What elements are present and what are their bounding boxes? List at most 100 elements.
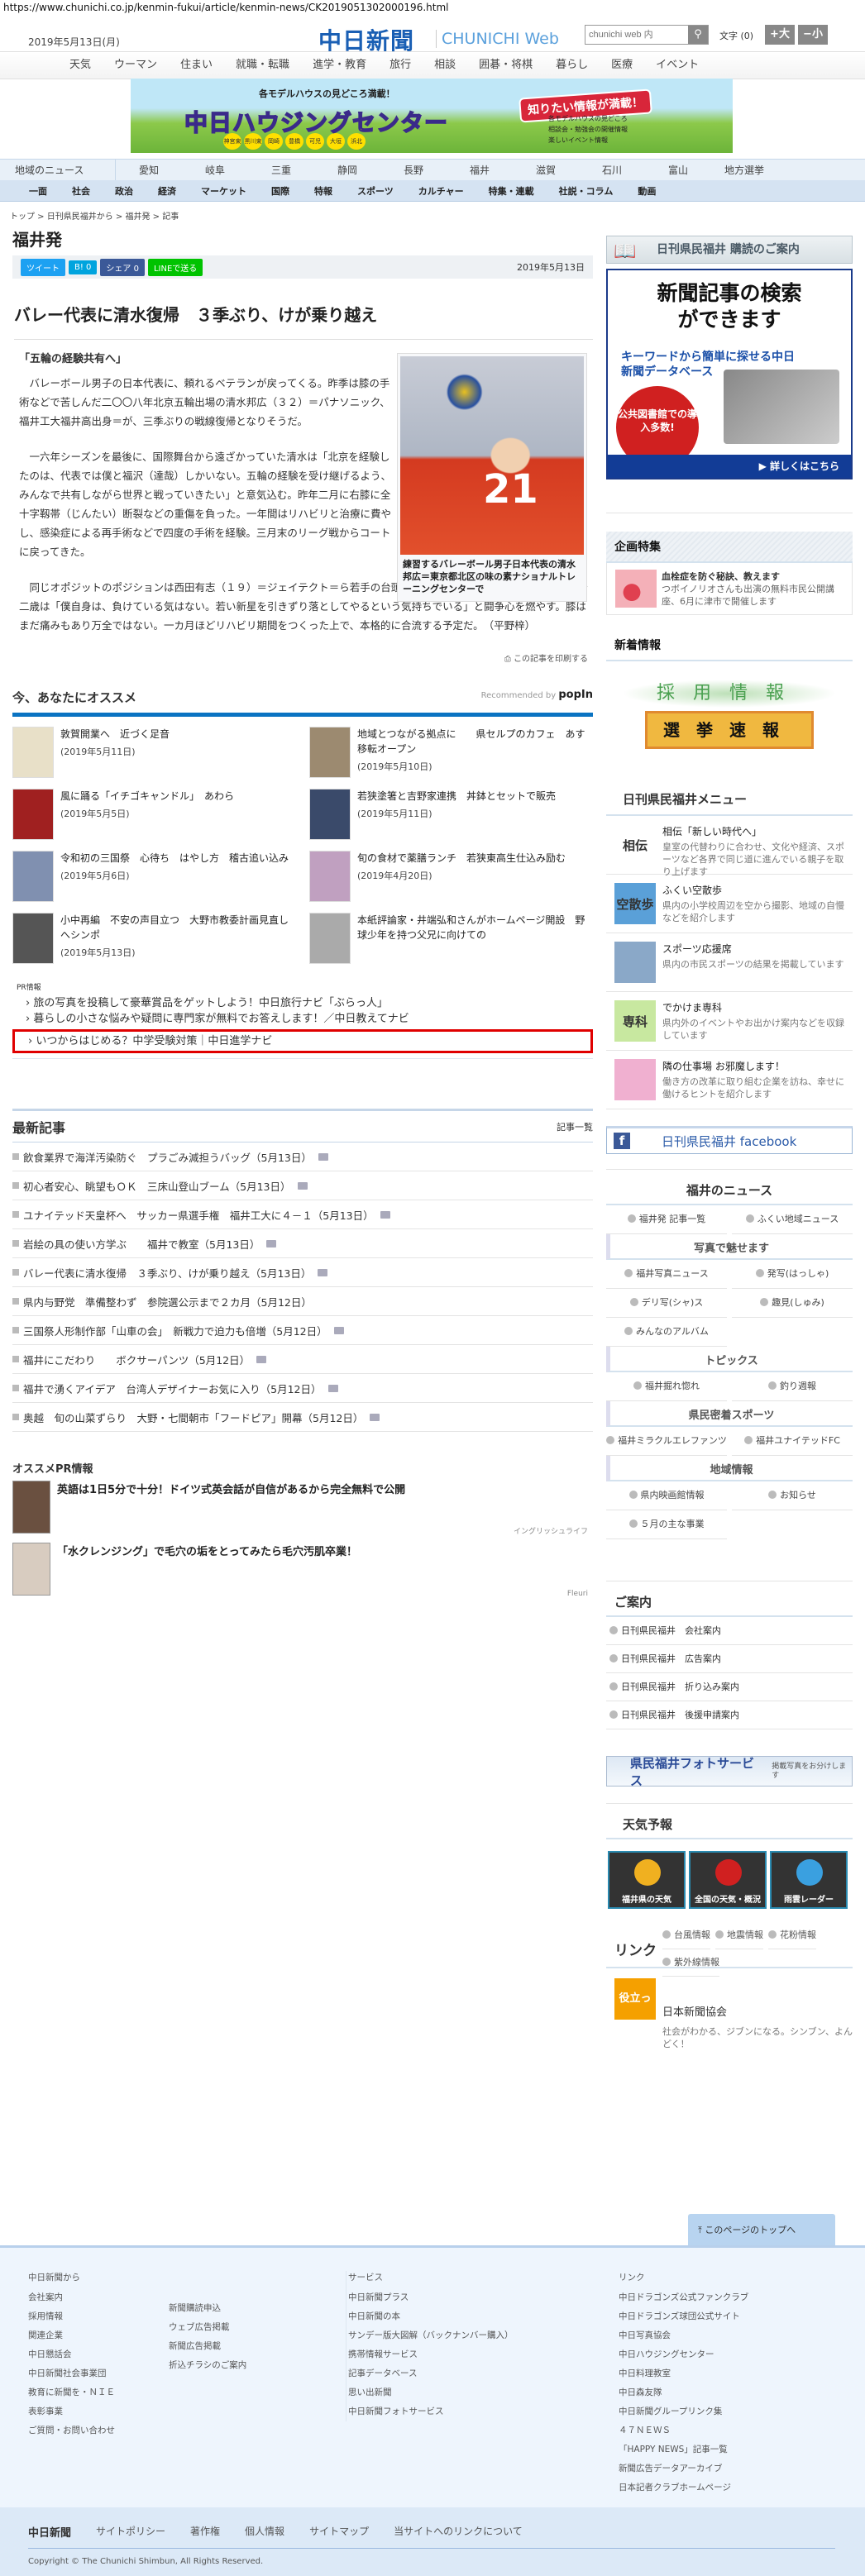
footer-link[interactable]: 中日森友隊: [619, 2383, 748, 2402]
recommend-item-title[interactable]: 風に踊る「イチゴキャンドル」 あわら: [60, 789, 234, 804]
latest-item[interactable]: 福井で湧くアイデア 台湾人デザイナーお気に入り（5月12日）: [12, 1374, 593, 1403]
latest-item-title[interactable]: 初心者安心、眺望もＯＫ 三床山登山ブーム（5月13日）: [23, 1178, 291, 1194]
back-to-top-button[interactable]: ⤒ このページのトップへ: [688, 2214, 835, 2245]
footer-link[interactable]: ご質問・お問い合わせ: [28, 2421, 115, 2440]
pr-ad-title[interactable]: 「水クレンジング」で毛穴の垢をとってみたら毛穴汚肌卒業！: [57, 1543, 357, 1605]
subscribe-banner[interactable]: 📖 日刊県民福井 購読のご案内: [606, 236, 853, 264]
fukui-news-link[interactable]: 福井ミラクルエレファンツ: [606, 1427, 727, 1456]
top-nav-item[interactable]: 囲碁・将棋: [467, 52, 544, 79]
latest-item[interactable]: 岩絵の具の使い方学ぶ 福井で教室（5月13日）: [12, 1229, 593, 1258]
top-nav-item[interactable]: 住まい: [169, 52, 224, 79]
top-nav-item[interactable]: 就職・転職: [224, 52, 301, 79]
footer-link[interactable]: ４７ＮＥＷＳ: [619, 2421, 748, 2440]
top-nav-item[interactable]: ウーマン: [103, 52, 169, 79]
footer-bottom-link[interactable]: 著作権: [190, 2524, 220, 2540]
pr-ad-thumbnail[interactable]: [12, 1481, 50, 1534]
pr-link[interactable]: › 旅の写真を投稿して豪華賞品をゲットしよう！中日旅行ナビ「ぶらっ人」: [12, 995, 593, 1011]
recommend-thumbnail[interactable]: [309, 851, 351, 902]
guide-link[interactable]: 日刊県民福井 広告案内: [606, 1645, 853, 1673]
footer-link[interactable]: 日本記者クラブホームページ: [619, 2478, 748, 2497]
facebook-share-button[interactable]: シェア 0: [100, 258, 145, 276]
info-link[interactable]: 台風情報: [662, 1922, 710, 1949]
latest-item-title[interactable]: 県内与野党 準備整わず 参院選公示まで２カ月（5月12日）: [23, 1294, 312, 1309]
category-nav-item[interactable]: 政治: [103, 184, 146, 198]
category-nav-item[interactable]: 社説・コラム: [547, 184, 626, 198]
fukui-news-link[interactable]: 趣見(しゅみ): [732, 1289, 853, 1318]
menu-item[interactable]: 隣の仕事場 お邪魔します！ 働き方の改革に取り組む企業を訪ね、幸せに働けるヒントを…: [606, 1051, 853, 1109]
footer-bottom-link[interactable]: サイトマップ: [309, 2524, 369, 2540]
region-nav-item[interactable]: 滋賀: [513, 163, 579, 177]
recommend-item-title[interactable]: 令和初の三国祭 心待ち はやし方 稽古追い込み: [60, 851, 289, 866]
pr-ad[interactable]: 「水クレンジング」で毛穴の垢をとってみたら毛穴汚肌卒業！ Fleuri: [12, 1543, 593, 1605]
footer-link[interactable]: 中日新聞フォトサービス: [348, 2402, 514, 2421]
latest-item-title[interactable]: 奥越 旬の山菜ずらり 大野・七間朝市「フードピア」開幕（5月12日）: [23, 1410, 363, 1425]
recommend-thumbnail[interactable]: [309, 789, 351, 840]
recommend-thumbnail[interactable]: [12, 913, 54, 964]
guide-link[interactable]: 日刊県民福井 会社案内: [606, 1617, 853, 1645]
latest-item[interactable]: 飲食業界で海洋汚染防ぐ プラごみ減担うバッグ（5月13日）: [12, 1143, 593, 1171]
photo-service-banner[interactable]: 県民福井フォトサービス 掲載写真をお分けします: [606, 1756, 853, 1788]
menu-item-title[interactable]: スポーツ応援席: [662, 942, 843, 956]
latest-item-title[interactable]: ユナイテッド天皇杯へ サッカー県選手権 福井工大に４－１（5月13日）: [23, 1207, 374, 1223]
footer-link[interactable]: 新聞購読申込: [169, 2299, 246, 2318]
footer-link[interactable]: 新聞広告データアーカイブ: [619, 2459, 748, 2478]
latest-item-title[interactable]: バレー代表に清水復帰 ３季ぶり、けが乗り越え（5月13日）: [23, 1265, 311, 1281]
fukui-news-link[interactable]: ５月の主な事業: [606, 1510, 727, 1539]
recommend-thumbnail[interactable]: [12, 851, 54, 902]
fukui-news-link[interactable]: 県内映画館情報: [606, 1481, 727, 1510]
footer-link[interactable]: 中日新聞グループリンク集: [619, 2402, 748, 2421]
footer-link[interactable]: 中日新聞の本: [348, 2307, 514, 2326]
recommend-item-title[interactable]: 敦賀開業へ 近づく足音: [60, 727, 170, 742]
recommend-item[interactable]: 小中再編 不安の声目立つ 大野市教委計画見直しへシンポ (2019年5月13日): [12, 913, 296, 968]
top-nav-item[interactable]: 暮らし: [544, 52, 600, 79]
recommend-item[interactable]: 風に踊る「イチゴキャンドル」 あわら (2019年5月5日): [12, 789, 296, 844]
facebook-banner[interactable]: f 日刊県民福井 facebook: [606, 1126, 853, 1154]
latest-item[interactable]: 奥越 旬の山菜ずらり 大野・七間朝市「フードピア」開幕（5月12日）: [12, 1403, 593, 1432]
fukui-news-link[interactable]: 福井発 記事一覧: [606, 1205, 727, 1234]
recommend-thumbnail[interactable]: [309, 727, 351, 778]
info-link[interactable]: 紫外線情報: [662, 1949, 719, 1977]
weather-tile[interactable]: 全国の天気・概況: [689, 1851, 767, 1909]
election-banner[interactable]: 選挙速報: [645, 711, 814, 749]
latest-item[interactable]: ユナイテッド天皇杯へ サッカー県選手権 福井工大に４－１（5月13日）: [12, 1200, 593, 1229]
category-nav-item[interactable]: 動画: [625, 184, 668, 198]
footer-link[interactable]: 中日ドラゴンズ公式ファンクラブ: [619, 2288, 748, 2307]
breadcrumb-item[interactable]: 福井発: [126, 212, 151, 222]
recommend-thumbnail[interactable]: [12, 789, 54, 840]
recommend-item[interactable]: 旬の食材で薬膳ランチ 若狭東高生仕込み励む (2019年4月20日): [309, 851, 593, 906]
newspaper-association[interactable]: 役立った 日本新聞協会 社会がわかる、ジブンになる。シンブン、よんどく！: [606, 1978, 853, 2050]
footer-link[interactable]: 会社案内: [28, 2288, 115, 2307]
footer-link[interactable]: 教育に新聞を・ＮＩＥ: [28, 2383, 115, 2402]
footer-link[interactable]: 中日ハウジングセンター: [619, 2345, 748, 2364]
guide-link[interactable]: 日刊県民福井 折り込み案内: [606, 1673, 853, 1701]
recommend-item-title[interactable]: 旬の食材で薬膳ランチ 若狭東高生仕込み励む: [357, 851, 566, 866]
font-larger-button[interactable]: +大: [765, 25, 795, 45]
fukui-news-link[interactable]: お知らせ: [732, 1481, 853, 1510]
pr-ad-title[interactable]: 英語は1日5分で十分！ドイツ式英会話が自信があるから完全無料で公開: [57, 1481, 405, 1543]
latest-item[interactable]: 福井にこだわり ボクサーパンツ（5月12日）: [12, 1345, 593, 1374]
footer-link[interactable]: 採用情報: [28, 2307, 115, 2326]
font-smaller-button[interactable]: −小: [798, 25, 828, 45]
footer-link[interactable]: 新聞広告掲載: [169, 2337, 246, 2356]
latest-item-title[interactable]: 福井で湧くアイデア 台湾人デザイナーお気に入り（5月12日）: [23, 1381, 322, 1396]
footer-link[interactable]: 関連企業: [28, 2326, 115, 2345]
top-nav-item[interactable]: イベント: [644, 52, 710, 79]
footer-link[interactable]: ウェブ広告掲載: [169, 2318, 246, 2337]
latest-item[interactable]: 初心者安心、眺望もＯＫ 三床山登山ブーム（5月13日）: [12, 1171, 593, 1200]
fukui-news-link[interactable]: 福井掘れ惚れ: [606, 1372, 727, 1401]
region-nav-item[interactable]: 静岡: [314, 163, 380, 177]
recommend-item[interactable]: 敦賀開業へ 近づく足音 (2019年5月11日): [12, 727, 296, 782]
article-list-link[interactable]: 記事一覧: [557, 1120, 593, 1133]
recommend-thumbnail[interactable]: [12, 727, 54, 778]
top-nav-item[interactable]: 相談: [423, 52, 467, 79]
breadcrumb-item[interactable]: 日刊県民福井から: [47, 212, 113, 222]
recommend-item[interactable]: 令和初の三国祭 心待ち はやし方 稽古追い込み (2019年5月6日): [12, 851, 296, 906]
search-icon[interactable]: ⚲: [688, 26, 708, 44]
recommend-item-title[interactable]: 地域とつながる拠点に 県セルプのカフェ あす移転オープン: [357, 727, 593, 756]
housing-center-banner[interactable]: 各モデルハウスの見どころ満載！ 中日ハウジングセンター 神宮東 黒川東 岡崎 豊橋 可児…: [131, 79, 733, 153]
footer-link[interactable]: 中日写真協会: [619, 2326, 748, 2345]
pr-link[interactable]: › いつからはじめる？中学受験対策｜中日進学ナビ: [12, 1029, 593, 1053]
region-nav-item[interactable]: 長野: [380, 163, 447, 177]
hatena-bookmark-button[interactable]: B! 0: [69, 260, 98, 274]
latest-item-title[interactable]: 三国祭人形制作部「山車の会」 新戦力で迫力も倍増（5月12日）: [23, 1323, 327, 1338]
